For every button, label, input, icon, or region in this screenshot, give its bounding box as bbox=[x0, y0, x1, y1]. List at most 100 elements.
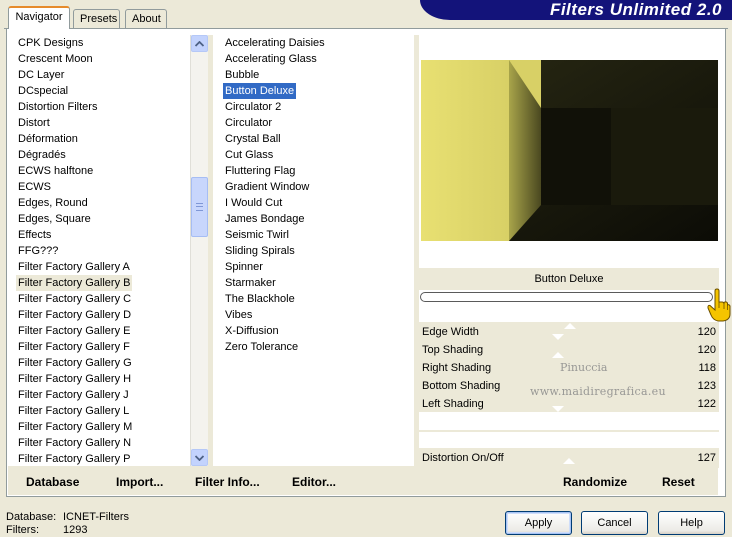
filter-item[interactable]: James Bondage bbox=[223, 211, 413, 227]
filter-item-label: Circulator 2 bbox=[225, 101, 282, 113]
category-scrollbar[interactable] bbox=[190, 35, 208, 466]
hand-pointer-icon bbox=[707, 288, 731, 322]
tab-navigator[interactable]: Navigator bbox=[8, 6, 70, 29]
category-item-label: Edges, Round bbox=[18, 197, 88, 209]
category-item[interactable]: Distort bbox=[16, 115, 188, 131]
filter-item[interactable]: Cut Glass bbox=[223, 147, 413, 163]
filter-item[interactable]: Accelerating Glass bbox=[223, 51, 413, 67]
filter-item-label: Spinner bbox=[225, 261, 263, 273]
filter-item[interactable]: Accelerating Daisies bbox=[223, 35, 413, 51]
tab-about[interactable]: About bbox=[125, 9, 167, 28]
category-item[interactable]: Filter Factory Gallery G bbox=[16, 355, 188, 371]
watermark-url: www.maidiregrafica.eu bbox=[530, 385, 666, 398]
category-item-label: Distort bbox=[18, 117, 50, 129]
filter-item[interactable]: Bubble bbox=[223, 67, 413, 83]
category-item[interactable]: Filter Factory Gallery H bbox=[16, 371, 188, 387]
filter-item[interactable]: Button Deluxe bbox=[223, 83, 413, 99]
filter-item[interactable]: Starmaker bbox=[223, 275, 413, 291]
category-item[interactable]: Filter Factory Gallery B bbox=[16, 275, 188, 291]
filter-item[interactable]: Seismic Twirl bbox=[223, 227, 413, 243]
category-item[interactable]: CPK Designs bbox=[16, 35, 188, 51]
filter-item-label: Starmaker bbox=[225, 277, 276, 289]
slider-tick bbox=[552, 406, 564, 412]
category-item[interactable]: ECWS halftone bbox=[16, 163, 188, 179]
list-divider bbox=[208, 35, 213, 467]
category-item[interactable]: ECWS bbox=[16, 179, 188, 195]
filter-info-button[interactable]: Filter Info... bbox=[195, 474, 260, 490]
filter-item[interactable]: Crystal Ball bbox=[223, 131, 413, 147]
category-item-label: Crescent Moon bbox=[18, 53, 93, 65]
param-label: Top Shading bbox=[422, 344, 484, 356]
filter-item[interactable]: X-Diffusion bbox=[223, 323, 413, 339]
category-item[interactable]: Filter Factory Gallery D bbox=[16, 307, 188, 323]
filter-item[interactable]: Gradient Window bbox=[223, 179, 413, 195]
preview-image bbox=[421, 60, 718, 241]
category-item[interactable]: Filter Factory Gallery E bbox=[16, 323, 188, 339]
category-item[interactable]: Filter Factory Gallery L bbox=[16, 403, 188, 419]
title-banner: Filters Unlimited 2.0 bbox=[420, 0, 732, 20]
category-item-label: Filter Factory Gallery H bbox=[18, 373, 132, 385]
reset-button[interactable]: Reset bbox=[662, 474, 695, 490]
category-item-label: CPK Designs bbox=[18, 37, 84, 49]
filter-item[interactable]: The Blackhole bbox=[223, 291, 413, 307]
filter-item[interactable]: Zero Tolerance bbox=[223, 339, 413, 355]
param-label: Right Shading bbox=[422, 362, 492, 374]
category-item[interactable]: Filter Factory Gallery P bbox=[16, 451, 188, 467]
filter-item[interactable]: Circulator bbox=[223, 115, 413, 131]
parameter-spacer bbox=[419, 412, 719, 430]
category-item[interactable]: Distortion Filters bbox=[16, 99, 188, 115]
scroll-thumb[interactable] bbox=[191, 177, 208, 237]
help-button[interactable]: Help bbox=[658, 511, 725, 535]
import-button[interactable]: Import... bbox=[116, 474, 163, 490]
filter-item-label: Circulator bbox=[225, 117, 273, 129]
parameter-spacer bbox=[419, 432, 719, 448]
filter-item-label: Accelerating Glass bbox=[225, 53, 317, 65]
category-item[interactable]: Filter Factory Gallery M bbox=[16, 419, 188, 435]
category-item[interactable]: DCspecial bbox=[16, 83, 188, 99]
filter-item[interactable]: I Would Cut bbox=[223, 195, 413, 211]
category-item-label: Filter Factory Gallery D bbox=[18, 309, 132, 321]
param-value: 122 bbox=[697, 398, 716, 410]
category-item[interactable]: Filter Factory Gallery J bbox=[16, 387, 188, 403]
category-item[interactable]: Crescent Moon bbox=[16, 51, 188, 67]
category-item[interactable]: Filter Factory Gallery C bbox=[16, 291, 188, 307]
category-item[interactable]: Edges, Square bbox=[16, 211, 188, 227]
scroll-down-button[interactable] bbox=[191, 449, 208, 466]
category-item[interactable]: Dégradés bbox=[16, 147, 188, 163]
tab-presets[interactable]: Presets bbox=[73, 9, 120, 28]
category-item[interactable]: Filter Factory Gallery F bbox=[16, 339, 188, 355]
filter-item[interactable]: Vibes bbox=[223, 307, 413, 323]
filter-item[interactable]: Fluttering Flag bbox=[223, 163, 413, 179]
param-label: Distortion On/Off bbox=[422, 452, 504, 464]
filter-item-label: Sliding Spirals bbox=[225, 245, 295, 257]
category-item[interactable]: Filter Factory Gallery N bbox=[16, 435, 188, 451]
category-item[interactable]: Effects bbox=[16, 227, 188, 243]
editor-button[interactable]: Editor... bbox=[292, 474, 336, 490]
category-item-label: Filter Factory Gallery P bbox=[18, 453, 131, 465]
category-item[interactable]: FFG??? bbox=[16, 243, 188, 259]
filters-count-value: 1293 bbox=[63, 524, 88, 536]
filter-item[interactable]: Circulator 2 bbox=[223, 99, 413, 115]
randomize-button[interactable]: Randomize bbox=[563, 474, 627, 490]
category-list[interactable]: CPK Designs Crescent Moon DC Layer DCspecia… bbox=[16, 35, 188, 467]
category-item-label: Edges, Square bbox=[18, 213, 91, 225]
category-item[interactable]: Déformation bbox=[16, 131, 188, 147]
filter-item-label: James Bondage bbox=[225, 213, 305, 225]
category-item[interactable]: Edges, Round bbox=[16, 195, 188, 211]
param-value: 127 bbox=[697, 452, 716, 464]
app-title: Filters Unlimited 2.0 bbox=[549, 0, 722, 19]
category-item-label: Distortion Filters bbox=[18, 101, 98, 113]
filter-list[interactable]: Accelerating Daisies Accelerating Glass Bu… bbox=[223, 35, 413, 467]
apply-button[interactable]: Apply bbox=[505, 511, 572, 535]
param-top-shading[interactable]: Top Shading 120 bbox=[422, 341, 718, 359]
param-value: 120 bbox=[697, 344, 716, 356]
category-item[interactable]: DC Layer bbox=[16, 67, 188, 83]
filter-item[interactable]: Sliding Spirals bbox=[223, 243, 413, 259]
cancel-button[interactable]: Cancel bbox=[581, 511, 648, 535]
category-item[interactable]: Filter Factory Gallery A bbox=[16, 259, 188, 275]
database-button[interactable]: Database bbox=[26, 474, 79, 490]
scroll-up-button[interactable] bbox=[191, 35, 208, 52]
param-value: 123 bbox=[697, 380, 716, 392]
chevron-up-icon bbox=[195, 40, 204, 47]
filter-item[interactable]: Spinner bbox=[223, 259, 413, 275]
